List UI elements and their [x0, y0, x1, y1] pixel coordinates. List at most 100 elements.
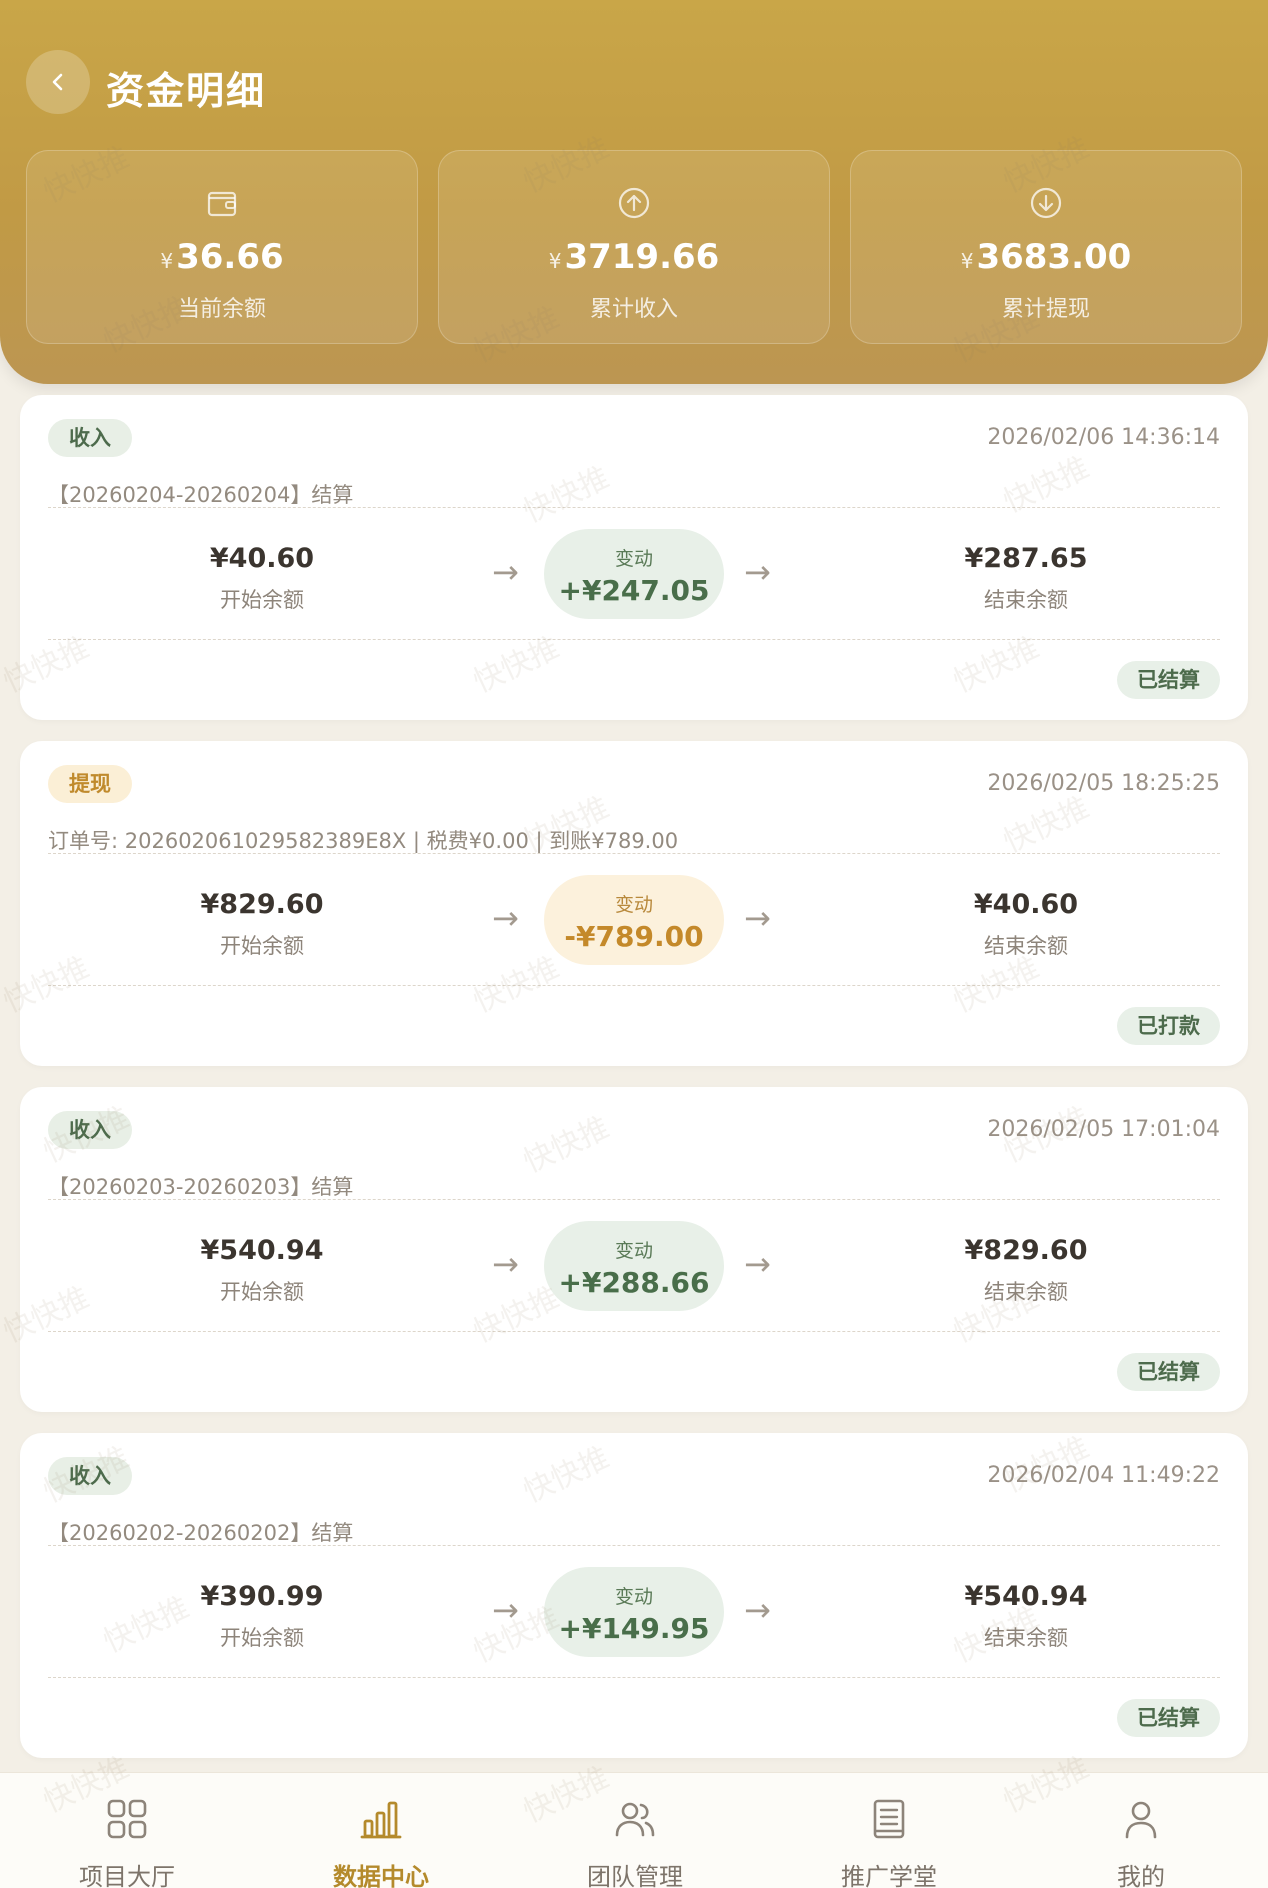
change-amount: +¥149.95: [558, 1612, 710, 1645]
currency-symbol: ¥: [160, 249, 174, 273]
change-amount: +¥247.05: [558, 574, 710, 607]
change-label: 变动: [614, 894, 653, 916]
end-balance-label: 结束余额: [984, 1626, 1068, 1650]
end-balance-label: 结束余额: [984, 588, 1068, 612]
tab-team-management[interactable]: 团队管理: [508, 1773, 762, 1888]
arrow-right-icon: →: [492, 1245, 519, 1283]
stat-card-balance: ¥36.66 当前余额: [26, 150, 418, 344]
start-balance-value: ¥829.60: [200, 889, 324, 920]
divider: [48, 1677, 1220, 1678]
arrow-right-icon: →: [744, 899, 771, 937]
end-balance: ¥287.65 结束余额: [896, 543, 1156, 614]
record-time: 2026/02/05 17:01:04: [987, 1117, 1220, 1142]
start-balance-value: ¥540.94: [200, 1235, 324, 1266]
change-pill: 变动 +¥149.95: [544, 1567, 724, 1657]
divider: [48, 985, 1220, 986]
divider: [48, 507, 1220, 508]
type-tag: 收入: [48, 1457, 132, 1495]
record-time: 2026/02/04 11:49:22: [987, 1463, 1220, 1488]
book-icon: [873, 1799, 905, 1839]
change-amount: -¥789.00: [564, 920, 704, 953]
stat-amount: ¥36.66: [27, 237, 417, 277]
record-time: 2026/02/06 14:36:14: [987, 425, 1220, 450]
start-balance: ¥540.94 开始余额: [132, 1235, 392, 1306]
record-description: 【20260203-20260203】结算: [48, 1175, 354, 1199]
change-amount: +¥288.66: [558, 1266, 710, 1299]
divider: [48, 639, 1220, 640]
divider: [48, 1199, 1220, 1200]
back-button[interactable]: [26, 50, 90, 114]
status-badge: 已结算: [1117, 1699, 1220, 1737]
record-card[interactable]: 收入 2026/02/04 11:49:22 【20260202-2026020…: [20, 1433, 1248, 1758]
end-balance: ¥829.60 结束余额: [896, 1235, 1156, 1306]
change-label: 变动: [614, 1240, 653, 1262]
stat-value: 36.66: [176, 237, 284, 277]
tab-label: 团队管理: [587, 1863, 683, 1888]
stat-amount: ¥3683.00: [851, 237, 1241, 277]
end-balance-value: ¥40.60: [973, 889, 1079, 920]
status-badge: 已打款: [1117, 1007, 1220, 1045]
bottom-tab-bar: 项目大厅 数据中心 团队管理 推广学堂 我的: [0, 1772, 1268, 1888]
type-tag: 收入: [48, 419, 132, 457]
stat-value: 3719.66: [564, 237, 720, 277]
start-balance: ¥829.60 开始余额: [132, 889, 392, 960]
currency-symbol: ¥: [960, 249, 974, 273]
tab-label: 推广学堂: [841, 1863, 937, 1888]
end-balance-value: ¥540.94: [964, 1581, 1088, 1612]
page-title: 资金明细: [106, 69, 267, 113]
chevron-left-icon: [52, 73, 63, 91]
divider: [48, 1331, 1220, 1332]
end-balance-label: 结束余额: [984, 934, 1068, 958]
change-pill: 变动 +¥288.66: [544, 1221, 724, 1311]
users-icon: [615, 1802, 655, 1837]
tab-label: 数据中心: [333, 1863, 429, 1888]
tab-label: 项目大厅: [79, 1863, 175, 1888]
stat-label: 累计提现: [1001, 297, 1090, 322]
change-label: 变动: [614, 548, 653, 570]
start-balance-label: 开始余额: [220, 934, 304, 958]
start-balance-value: ¥390.99: [200, 1581, 324, 1612]
arrow-right-icon: →: [492, 1591, 519, 1629]
end-balance-value: ¥829.60: [964, 1235, 1088, 1266]
wallet-icon: [207, 191, 237, 217]
tab-mine[interactable]: 我的: [1014, 1773, 1268, 1888]
record-description: 【20260202-20260202】结算: [48, 1521, 354, 1545]
stat-value: 3683.00: [976, 237, 1132, 277]
stat-card-income: ¥3719.66 累计收入: [438, 150, 830, 344]
record-card[interactable]: 提现 2026/02/05 18:25:25 订单号: 202602061029…: [20, 741, 1248, 1066]
arrow-right-icon: →: [492, 899, 519, 937]
stat-amount: ¥3719.66: [439, 237, 829, 277]
record-time: 2026/02/05 18:25:25: [987, 771, 1220, 796]
divider: [48, 853, 1220, 854]
change-pill: 变动 +¥247.05: [544, 529, 724, 619]
tab-project-hall[interactable]: 项目大厅: [0, 1773, 254, 1888]
arrow-down-circle-icon: [1030, 187, 1062, 219]
start-balance: ¥40.60 开始余额: [132, 543, 392, 614]
record-description: 订单号: 202602061029582389E8X | 税费¥0.00 | 到…: [48, 829, 679, 853]
header: 资金明细 ¥36.66 当前余额 ¥3719.66 累计收入 ¥3683.00 …: [0, 0, 1268, 384]
start-balance-value: ¥40.60: [209, 543, 315, 574]
end-balance-label: 结束余额: [984, 1280, 1068, 1304]
arrow-right-icon: →: [744, 1591, 771, 1629]
record-description: 【20260204-20260204】结算: [48, 483, 354, 507]
start-balance-label: 开始余额: [220, 1626, 304, 1650]
start-balance: ¥390.99 开始余额: [132, 1581, 392, 1652]
record-card[interactable]: 收入 2026/02/05 17:01:04 【20260203-2026020…: [20, 1087, 1248, 1412]
tab-label: 我的: [1117, 1863, 1165, 1888]
arrow-right-icon: →: [744, 553, 771, 591]
start-balance-label: 开始余额: [220, 1280, 304, 1304]
user-icon: [1125, 1801, 1157, 1839]
tab-promotion-academy[interactable]: 推广学堂: [762, 1773, 1016, 1888]
stat-label: 当前余额: [177, 297, 266, 322]
arrow-right-icon: →: [744, 1245, 771, 1283]
change-pill: 变动 -¥789.00: [544, 875, 724, 965]
stat-card-withdrawal: ¥3683.00 累计提现: [850, 150, 1242, 344]
arrow-up-circle-icon: [618, 187, 650, 219]
tab-data-center[interactable]: 数据中心: [254, 1773, 508, 1888]
end-balance-value: ¥287.65: [964, 543, 1088, 574]
record-card[interactable]: 收入 2026/02/06 14:36:14 【20260204-2026020…: [20, 395, 1248, 720]
type-tag: 收入: [48, 1111, 132, 1149]
divider: [48, 1545, 1220, 1546]
stat-label: 累计收入: [589, 297, 678, 322]
bar-chart-icon: [360, 1801, 402, 1839]
